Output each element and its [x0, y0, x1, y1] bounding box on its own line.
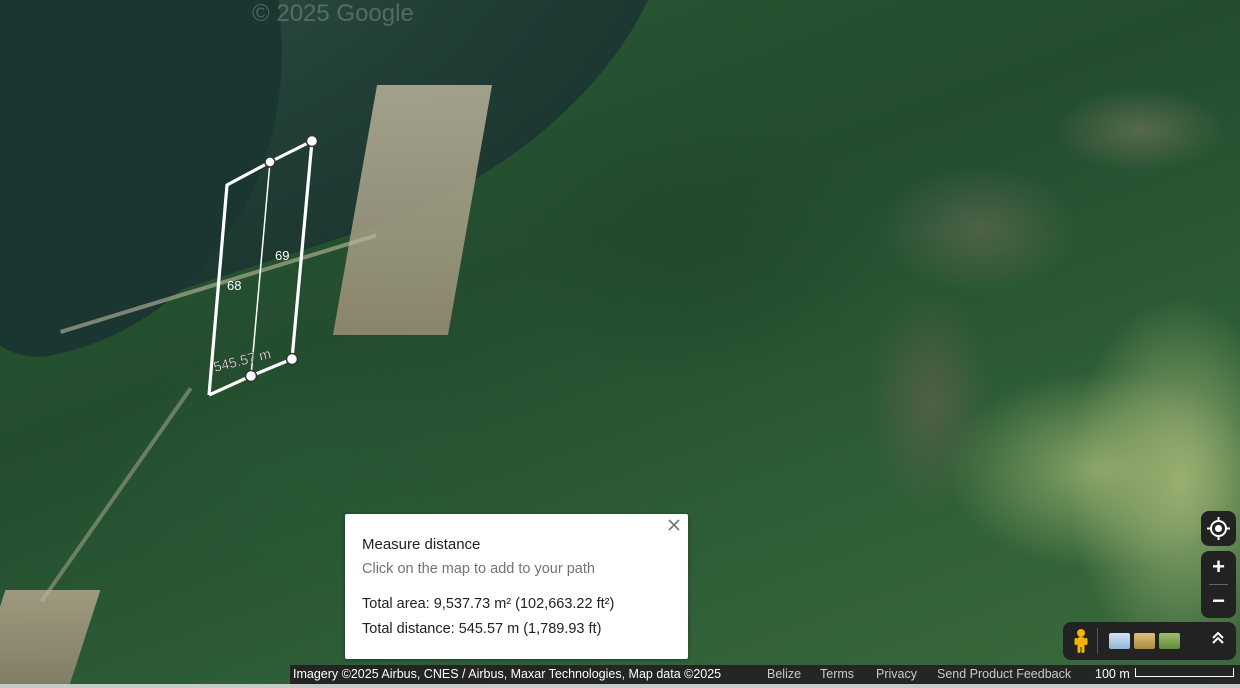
- zoom-out-button[interactable]: −: [1201, 585, 1236, 618]
- zoom-in-button[interactable]: +: [1201, 551, 1236, 584]
- region-link[interactable]: Belize: [767, 665, 801, 684]
- pegman-icon[interactable]: [1067, 626, 1095, 656]
- total-area: Total area: 9,537.73 m² (102,663.22 ft²): [362, 596, 615, 612]
- scale-label: 100 m: [1095, 667, 1130, 681]
- layer-thumbnail-satellite[interactable]: [1159, 633, 1180, 649]
- segment-label: 68: [227, 278, 241, 293]
- measure-vertex: [305, 134, 319, 148]
- privacy-link[interactable]: Privacy: [876, 665, 917, 684]
- measure-divider-2: [291, 140, 313, 360]
- measure-vertex: [244, 369, 258, 383]
- feedback-link[interactable]: Send Product Feedback: [937, 665, 1071, 684]
- close-icon[interactable]: [666, 518, 682, 534]
- bottom-strip: [0, 684, 1240, 688]
- measure-divider: [250, 161, 271, 377]
- attribution-bar: Imagery ©2025 Airbus, CNES / Airbus, Max…: [290, 665, 1240, 684]
- measure-vertex: [264, 156, 276, 168]
- zoom-control: + −: [1201, 551, 1236, 618]
- total-distance: Total distance: 545.57 m (1,789.93 ft): [362, 621, 602, 637]
- segment-label: 69: [275, 248, 289, 263]
- layer-thumbnail-map[interactable]: [1109, 633, 1130, 649]
- layer-thumbnail-terrain[interactable]: [1134, 633, 1155, 649]
- imagery-attribution: Imagery ©2025 Airbus, CNES / Airbus, Max…: [293, 667, 722, 681]
- layers-divider: [1097, 628, 1098, 654]
- measure-vertex: [285, 352, 299, 366]
- measure-info-card: Measure distance Click on the map to add…: [345, 514, 688, 659]
- my-location-button[interactable]: [1201, 511, 1236, 546]
- terms-link[interactable]: Terms: [820, 665, 854, 684]
- chevron-up-double-icon[interactable]: [1206, 629, 1230, 653]
- scale-bar[interactable]: [1135, 668, 1234, 677]
- card-hint: Click on the map to add to your path: [362, 561, 595, 577]
- my-location-icon: [1207, 517, 1230, 540]
- card-title: Measure distance: [362, 536, 481, 553]
